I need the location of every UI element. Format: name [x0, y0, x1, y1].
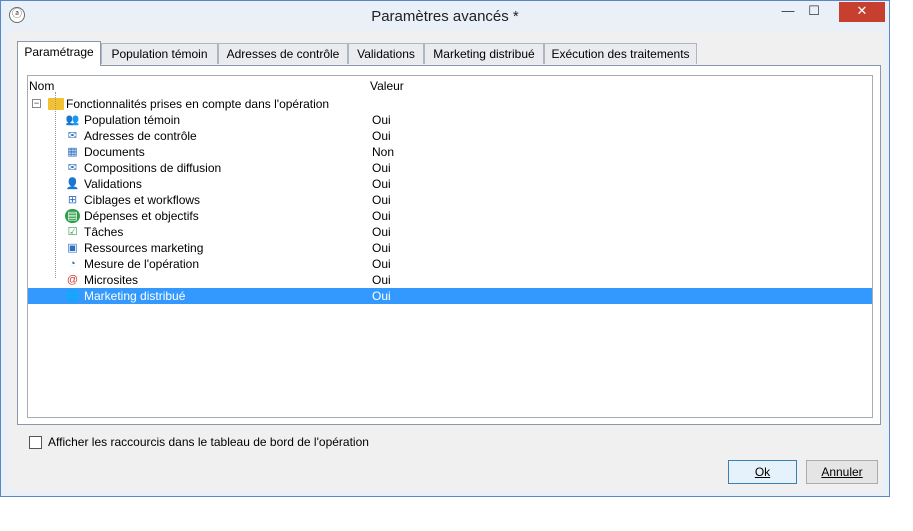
- close-button[interactable]: ✕: [839, 2, 885, 22]
- documents-icon: ▦: [67, 146, 78, 158]
- tree-item-label: Mesure de l'opération: [84, 257, 200, 271]
- tree-item-value: Oui: [372, 161, 391, 175]
- tree-item-value: Oui: [372, 209, 391, 223]
- tree-item-label: Microsites: [84, 273, 139, 287]
- column-header-value[interactable]: Valeur: [370, 79, 404, 93]
- tree-row-depenses-et-objectifs[interactable]: ▤ Dépenses et objectifs Oui: [28, 208, 872, 224]
- mail-list-icon: ✉: [67, 162, 78, 174]
- tree-root-label: Fonctionnalités prises en compte dans l'…: [66, 97, 330, 111]
- tree-row-ressources-marketing[interactable]: ▣ Ressources marketing Oui: [28, 240, 872, 256]
- tree-item-value: Oui: [372, 129, 391, 143]
- task-check-icon: ☑: [67, 226, 78, 238]
- tree-item-label: Ciblages et workflows: [84, 193, 201, 207]
- tree-item-value: Oui: [372, 273, 391, 287]
- microsite-icon: @: [66, 274, 79, 286]
- folder-icon: [48, 98, 64, 110]
- window-title: Paramètres avancés *: [371, 8, 519, 25]
- tab-execution-des-traitements[interactable]: Exécution des traitements: [544, 43, 697, 64]
- tree-item-label: Documents: [84, 145, 145, 159]
- tree-item-value: Oui: [372, 241, 391, 255]
- tree-row-microsites[interactable]: @ Microsites Oui: [28, 272, 872, 288]
- tree-item-value: Oui: [372, 113, 391, 127]
- tree-header: Nom Valeur: [28, 76, 872, 96]
- user-check-icon: 👤: [65, 178, 80, 190]
- tree-row-compositions-de-diffusion[interactable]: ✉ Compositions de diffusion Oui: [28, 160, 872, 176]
- tree-row-marketing-distribue[interactable]: 🌐 Marketing distribué Oui: [28, 288, 872, 304]
- shortcut-checkbox[interactable]: [29, 436, 42, 449]
- tree-item-label: Dépenses et objectifs: [84, 209, 199, 223]
- globe-lock-icon: 🌐: [65, 290, 80, 302]
- tab-adresses-de-controle[interactable]: Adresses de contrôle: [218, 43, 348, 64]
- calculator-icon: ▤: [65, 209, 80, 223]
- tab-marketing-distribue[interactable]: Marketing distribué: [424, 43, 544, 64]
- tree-item-value: Oui: [372, 257, 391, 271]
- tree-row-adresses-de-controle[interactable]: ✉ Adresses de contrôle Oui: [28, 128, 872, 144]
- tab-validations[interactable]: Validations: [348, 43, 424, 64]
- tree-item-label: Marketing distribué: [84, 289, 186, 303]
- tree-item-label: Adresses de contrôle: [84, 129, 197, 143]
- tree-item-label: Ressources marketing: [84, 241, 204, 255]
- tab-population-temoin[interactable]: Population témoin: [101, 43, 218, 64]
- tree-row-documents[interactable]: ▦ Documents Non: [28, 144, 872, 160]
- title-bar[interactable]: ⓐ Paramètres avancés * — ☐ ✕: [1, 1, 889, 31]
- tree-item-value: Oui: [372, 225, 391, 239]
- cancel-button[interactable]: Annuler: [806, 460, 878, 484]
- shortcut-checkbox-label[interactable]: Afficher les raccourcis dans le tableau …: [48, 435, 369, 449]
- features-tree[interactable]: Nom Valeur − Fonctionnalités prises en c…: [27, 75, 873, 418]
- tree-item-value: Oui: [372, 289, 391, 303]
- tree-root-row[interactable]: − Fonctionnalités prises en compte dans …: [28, 96, 872, 112]
- tree-item-label: Population témoin: [84, 113, 181, 127]
- tab-panel: Nom Valeur − Fonctionnalités prises en c…: [17, 65, 881, 425]
- gauge-icon: ◔: [69, 258, 76, 270]
- tree-item-label: Compositions de diffusion: [84, 161, 222, 175]
- collapse-icon[interactable]: −: [32, 99, 41, 108]
- minimize-button[interactable]: —: [775, 2, 801, 22]
- tree-row-mesure-de-l-operation[interactable]: ◔ Mesure de l'opération Oui: [28, 256, 872, 272]
- tree-item-value: Oui: [372, 193, 391, 207]
- tab-parametrage[interactable]: Paramétrage: [17, 41, 101, 66]
- tree-row-ciblages-et-workflows[interactable]: ⊞ Ciblages et workflows Oui: [28, 192, 872, 208]
- dialog-client: Paramétrage Population témoin Adresses d…: [7, 31, 883, 491]
- tree-row-taches[interactable]: ☑ Tâches Oui: [28, 224, 872, 240]
- people-icon: 👥: [65, 114, 80, 126]
- tree-item-label: Tâches: [84, 225, 124, 239]
- tree-item-value: Oui: [372, 177, 391, 191]
- tree-row-population-temoin[interactable]: 👥 Population témoin Oui: [28, 112, 872, 128]
- tree-item-label: Validations: [84, 177, 142, 191]
- tree-row-validations[interactable]: 👤 Validations Oui: [28, 176, 872, 192]
- resources-icon: ▣: [67, 242, 78, 254]
- workflow-icon: ⊞: [67, 194, 78, 206]
- maximize-button[interactable]: ☐: [801, 2, 827, 22]
- tree-item-value: Non: [372, 145, 395, 159]
- mail-question-icon: ✉: [67, 130, 78, 142]
- dialog-window: ⓐ Paramètres avancés * — ☐ ✕ Paramétrage…: [0, 0, 890, 497]
- column-header-name[interactable]: Nom: [29, 79, 54, 93]
- ok-button[interactable]: Ok: [728, 460, 797, 484]
